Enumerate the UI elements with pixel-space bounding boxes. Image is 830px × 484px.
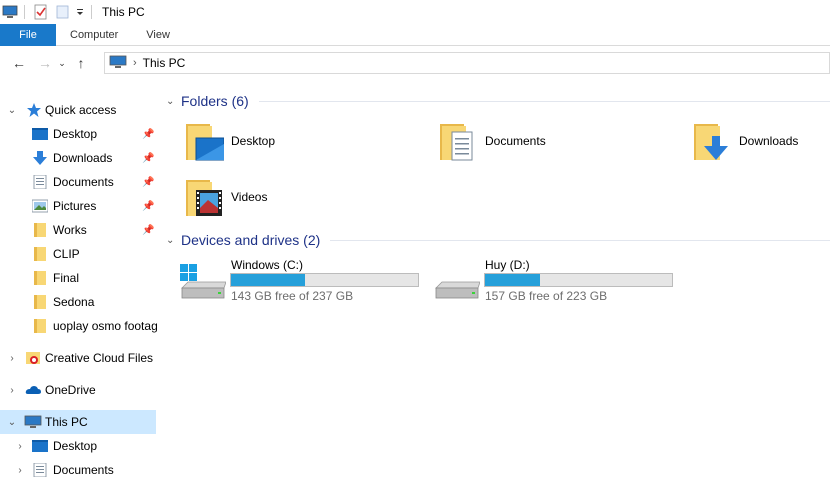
tab-file[interactable]: File [0,24,56,46]
sidebar-item-clip[interactable]: CLIP [0,242,156,266]
back-arrow-icon[interactable]: ← [8,55,30,71]
customize-quick-access-icon[interactable] [75,4,85,20]
sidebar-item-downloads[interactable]: Downloads 📌 [0,146,156,170]
folder-icon [32,295,48,309]
desktop-icon [32,439,48,453]
folders-group-header[interactable]: ⌄ Folders (6) [160,90,830,112]
breadcrumb-this-pc[interactable]: This PC [143,56,186,70]
sidebar-item-sedona[interactable]: Sedona [0,290,156,314]
pin-icon[interactable]: 📌 [142,153,154,164]
new-folder-icon[interactable] [55,4,71,20]
downloads-folder-icon [692,122,732,162]
expand-chevron-icon[interactable]: › [14,441,26,452]
pin-icon[interactable]: 📌 [142,201,154,212]
collapse-chevron-icon[interactable]: ⌄ [166,235,180,246]
desktop-icon [32,127,48,141]
windows-drive-icon [178,262,227,302]
sidebar-item-pictures[interactable]: Pictures 📌 [0,194,156,218]
address-bar[interactable]: › This PC [104,52,830,74]
properties-icon[interactable] [33,4,49,20]
sidebar-item-final[interactable]: Final [0,266,156,290]
documents-icon [32,174,48,190]
sidebar-item-onedrive[interactable]: › OneDrive [0,378,156,402]
sidebar-item-this-pc[interactable]: ⌄ This PC [0,410,156,434]
desktop-folder-icon [184,122,225,162]
title-bar: This PC [0,0,830,24]
videos-folder-icon [184,178,224,218]
sidebar-item-documents[interactable]: Documents 📌 [0,170,156,194]
pin-icon[interactable]: 📌 [142,177,154,188]
tab-view[interactable]: View [132,24,184,46]
hard-drive-icon [432,262,481,302]
folder-downloads[interactable]: Downloads [668,118,830,166]
computer-icon [109,55,127,72]
sidebar-item-uoplay[interactable]: uoplay osmo footag [0,314,158,338]
sidebar-item-pc-desktop[interactable]: › Desktop [0,434,156,458]
creative-cloud-icon [25,351,41,365]
sidebar-item-creative-cloud[interactable]: › Creative Cloud Files [0,346,156,370]
navigation-bar: ← → ⌄ ↑ › This PC [0,46,830,80]
ribbon-tabs: File Computer View [0,24,830,46]
documents-folder-icon [438,122,478,162]
drive-usage-bar [484,273,673,287]
window-title: This PC [102,5,145,19]
forward-arrow-icon[interactable]: → [34,55,56,71]
computer-icon [24,415,42,429]
up-arrow-icon[interactable]: ↑ [70,55,92,71]
downloads-icon [32,151,48,165]
drive-usage-bar [230,273,419,287]
sidebar-item-works[interactable]: Works 📌 [0,218,156,242]
folder-icon [32,223,48,237]
drive-c[interactable]: Windows (C:) 143 GB free of 237 GB [160,256,419,312]
breadcrumb-chevron-icon[interactable]: › [133,57,137,69]
star-icon [26,103,42,117]
content-pane: ⌄ Folders (6) Desktop Documents Download… [160,80,830,484]
drive-d[interactable]: Huy (D:) 157 GB free of 223 GB [414,256,673,312]
sidebar-item-quick-access[interactable]: ⌄ Quick access [0,98,156,122]
recent-locations-chevron-icon[interactable]: ⌄ [56,58,68,69]
folder-desktop[interactable]: Desktop [160,118,400,166]
folder-icon [32,271,48,285]
sidebar-item-pc-documents[interactable]: › Documents [0,458,156,482]
navigation-pane: ⌄ Quick access Desktop 📌 Downloads 📌 Doc… [0,96,158,484]
expand-chevron-icon[interactable]: ⌄ [6,105,18,116]
pin-icon[interactable]: 📌 [142,225,154,236]
folder-documents[interactable]: Documents [414,118,654,166]
folder-icon [32,247,48,261]
pin-icon[interactable]: 📌 [142,129,154,140]
expand-chevron-icon[interactable]: ⌄ [6,417,18,428]
tab-computer[interactable]: Computer [56,24,132,46]
computer-icon[interactable] [2,4,18,20]
expand-chevron-icon[interactable]: › [14,465,26,476]
onedrive-cloud-icon [25,383,41,397]
expand-chevron-icon[interactable]: › [6,385,18,396]
folder-videos[interactable]: Videos [160,174,400,222]
sidebar-item-desktop[interactable]: Desktop 📌 [0,122,156,146]
expand-chevron-icon[interactable]: › [6,353,18,364]
folder-icon [32,319,48,333]
collapse-chevron-icon[interactable]: ⌄ [166,96,180,107]
pictures-icon [31,199,49,213]
documents-icon [32,462,48,478]
devices-group-header[interactable]: ⌄ Devices and drives (2) [160,229,830,251]
